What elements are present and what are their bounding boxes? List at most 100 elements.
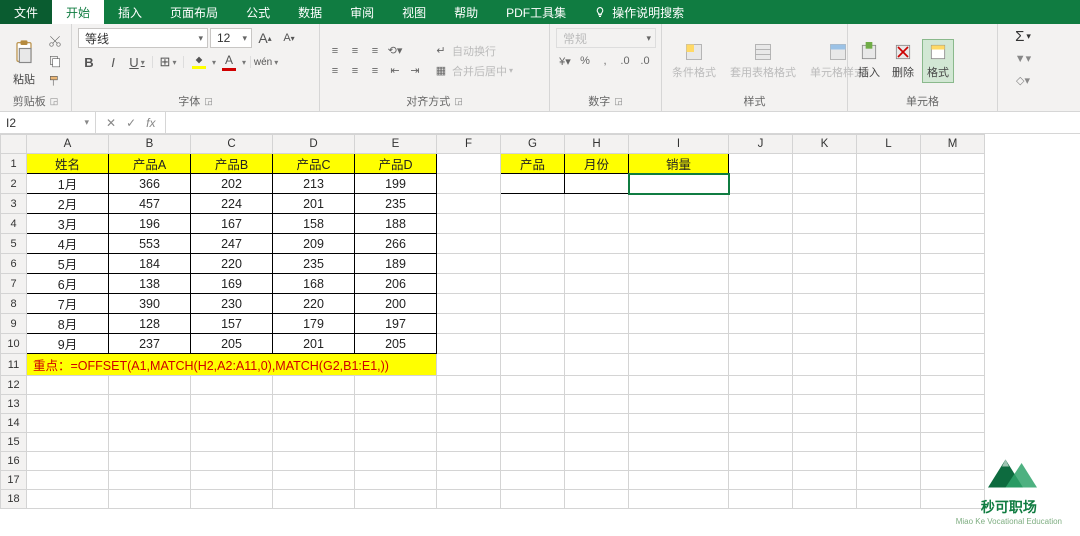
- align-right-button[interactable]: ≡: [366, 62, 384, 80]
- cell-J16[interactable]: [729, 452, 793, 471]
- cell-K12[interactable]: [793, 376, 857, 395]
- cell-C17[interactable]: [191, 471, 273, 490]
- row-header-13[interactable]: 13: [1, 395, 27, 414]
- cell-B5[interactable]: 553: [109, 234, 191, 254]
- cell-G7[interactable]: [501, 274, 565, 294]
- cell-A11[interactable]: 重点：=OFFSET(A1,MATCH(H2,A2:A11,0),MATCH(G…: [27, 354, 437, 376]
- cell-A9[interactable]: 8月: [27, 314, 109, 334]
- cell-H2[interactable]: [565, 174, 629, 194]
- cell-L6[interactable]: [857, 254, 921, 274]
- cell-D14[interactable]: [273, 414, 355, 433]
- cell-H4[interactable]: [565, 214, 629, 234]
- cell-D16[interactable]: [273, 452, 355, 471]
- cell-C7[interactable]: 169: [191, 274, 273, 294]
- number-format-combo[interactable]: 常规▾: [556, 28, 656, 48]
- col-header-H[interactable]: H: [565, 135, 629, 154]
- cell-E4[interactable]: 188: [355, 214, 437, 234]
- cell-I4[interactable]: [629, 214, 729, 234]
- cell-L1[interactable]: [857, 154, 921, 174]
- row-header-16[interactable]: 16: [1, 452, 27, 471]
- cell-B2[interactable]: 366: [109, 174, 191, 194]
- cell-I14[interactable]: [629, 414, 729, 433]
- cell-H10[interactable]: [565, 334, 629, 354]
- cell-E8[interactable]: 200: [355, 294, 437, 314]
- cell-D5[interactable]: 209: [273, 234, 355, 254]
- cell-C10[interactable]: 205: [191, 334, 273, 354]
- cell-B12[interactable]: [109, 376, 191, 395]
- cell-B16[interactable]: [109, 452, 191, 471]
- col-header-G[interactable]: G: [501, 135, 565, 154]
- chevron-down-icon[interactable]: ▾: [212, 58, 216, 67]
- cell-H18[interactable]: [565, 490, 629, 509]
- cell-A17[interactable]: [27, 471, 109, 490]
- row-header-3[interactable]: 3: [1, 194, 27, 214]
- cell-G1[interactable]: 产品: [501, 154, 565, 174]
- cell-A18[interactable]: [27, 490, 109, 509]
- cell-I9[interactable]: [629, 314, 729, 334]
- wrap-text-button[interactable]: ↵自动换行: [432, 42, 513, 60]
- tab-file[interactable]: 文件: [0, 0, 52, 24]
- cell-D18[interactable]: [273, 490, 355, 509]
- cell-C15[interactable]: [191, 433, 273, 452]
- enter-formula-button[interactable]: ✓: [126, 116, 136, 130]
- align-center-button[interactable]: ≡: [346, 62, 364, 80]
- cell-M2[interactable]: [921, 174, 985, 194]
- decrease-indent-button[interactable]: ⇤: [386, 62, 404, 80]
- cell-F2[interactable]: [437, 174, 501, 194]
- cell-J3[interactable]: [729, 194, 793, 214]
- tab-home[interactable]: 开始: [52, 0, 104, 24]
- cell-I1[interactable]: 销量: [629, 154, 729, 174]
- cell-K5[interactable]: [793, 234, 857, 254]
- cell-L2[interactable]: [857, 174, 921, 194]
- cell-F10[interactable]: [437, 334, 501, 354]
- cell-G10[interactable]: [501, 334, 565, 354]
- cell-K11[interactable]: [793, 354, 857, 376]
- autosum-button[interactable]: Σ▾: [1015, 28, 1031, 45]
- row-header-11[interactable]: 11: [1, 354, 27, 376]
- formula-input[interactable]: [166, 112, 1080, 133]
- underline-button[interactable]: U▾: [126, 52, 148, 72]
- cell-L9[interactable]: [857, 314, 921, 334]
- dialog-launcher-icon[interactable]: ◲: [454, 96, 463, 107]
- cell-C5[interactable]: 247: [191, 234, 273, 254]
- cell-K2[interactable]: [793, 174, 857, 194]
- cell-K16[interactable]: [793, 452, 857, 471]
- cell-E12[interactable]: [355, 376, 437, 395]
- tab-data[interactable]: 数据: [284, 0, 336, 24]
- cell-E5[interactable]: 266: [355, 234, 437, 254]
- cell-G11[interactable]: [501, 354, 565, 376]
- cell-L18[interactable]: [857, 490, 921, 509]
- cell-D13[interactable]: [273, 395, 355, 414]
- orientation-button[interactable]: ⟲▾: [386, 42, 404, 60]
- cell-J7[interactable]: [729, 274, 793, 294]
- cell-H5[interactable]: [565, 234, 629, 254]
- cell-K3[interactable]: [793, 194, 857, 214]
- cell-A3[interactable]: 2月: [27, 194, 109, 214]
- cell-M3[interactable]: [921, 194, 985, 214]
- format-as-table-button[interactable]: 套用表格格式: [726, 40, 800, 82]
- cell-M4[interactable]: [921, 214, 985, 234]
- italic-button[interactable]: I: [102, 52, 124, 72]
- cell-G8[interactable]: [501, 294, 565, 314]
- row-header-1[interactable]: 1: [1, 154, 27, 174]
- increase-decimal-button[interactable]: .0: [616, 52, 634, 70]
- cell-K9[interactable]: [793, 314, 857, 334]
- cell-D9[interactable]: 179: [273, 314, 355, 334]
- cell-J17[interactable]: [729, 471, 793, 490]
- cell-F5[interactable]: [437, 234, 501, 254]
- cell-A7[interactable]: 6月: [27, 274, 109, 294]
- row-header-2[interactable]: 2: [1, 174, 27, 194]
- cell-E15[interactable]: [355, 433, 437, 452]
- cell-F18[interactable]: [437, 490, 501, 509]
- cell-I2[interactable]: [629, 174, 729, 194]
- cell-H15[interactable]: [565, 433, 629, 452]
- cell-J8[interactable]: [729, 294, 793, 314]
- paste-button[interactable]: 粘贴: [6, 33, 42, 89]
- cell-A6[interactable]: 5月: [27, 254, 109, 274]
- cell-D2[interactable]: 213: [273, 174, 355, 194]
- tab-layout[interactable]: 页面布局: [156, 0, 232, 24]
- cell-E6[interactable]: 189: [355, 254, 437, 274]
- col-header-B[interactable]: B: [109, 135, 191, 154]
- cell-J12[interactable]: [729, 376, 793, 395]
- cell-G18[interactable]: [501, 490, 565, 509]
